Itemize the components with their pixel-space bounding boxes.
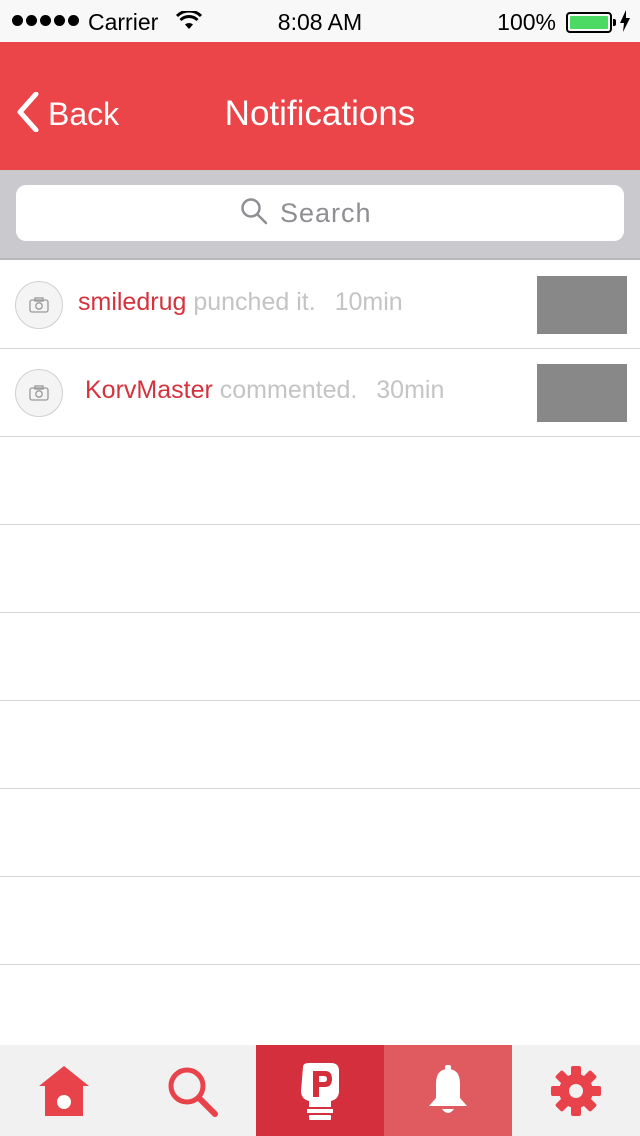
tab-notifications[interactable] xyxy=(384,1045,512,1136)
tab-punch[interactable] xyxy=(256,1045,384,1136)
navigation-bar: Back Notifications xyxy=(0,42,640,170)
punch-logo-icon xyxy=(301,1062,339,1120)
post-thumbnail[interactable] xyxy=(537,364,627,422)
empty-row xyxy=(0,701,640,789)
notification-time: 30min xyxy=(376,376,445,404)
notification-list: smiledrug punched it. 10min KorvMaster c… xyxy=(0,261,640,965)
search-field[interactable] xyxy=(16,185,624,241)
charging-icon xyxy=(620,10,630,38)
camera-icon xyxy=(29,385,49,401)
status-bar: Carrier 8:08 AM 100% xyxy=(0,0,640,42)
page-title: Notifications xyxy=(224,94,416,133)
search-bar xyxy=(0,170,640,260)
empty-row xyxy=(0,437,640,525)
empty-row xyxy=(0,613,640,701)
battery-icon xyxy=(566,12,616,33)
avatar[interactable] xyxy=(15,369,63,417)
notification-username[interactable]: KorvMaster xyxy=(85,376,213,404)
bell-icon xyxy=(429,1064,467,1113)
tab-bar xyxy=(0,1045,640,1136)
tab-home[interactable] xyxy=(0,1045,128,1136)
avatar[interactable] xyxy=(15,281,63,329)
tab-settings[interactable] xyxy=(512,1045,640,1136)
notification-action: punched it. xyxy=(193,288,316,316)
post-thumbnail[interactable] xyxy=(537,276,627,334)
empty-row xyxy=(0,877,640,965)
search-icon xyxy=(240,197,268,230)
notification-time: 10min xyxy=(334,288,403,316)
notification-username[interactable]: smiledrug xyxy=(78,288,186,316)
search-input[interactable] xyxy=(280,197,400,229)
empty-row xyxy=(0,789,640,877)
notification-row[interactable]: KorvMaster commented. 30min xyxy=(0,349,640,437)
home-icon xyxy=(39,1065,89,1116)
notification-action: commented. xyxy=(219,376,358,404)
battery-percentage: 100% xyxy=(497,9,556,35)
empty-row xyxy=(0,525,640,613)
search-icon xyxy=(168,1067,218,1117)
tab-search[interactable] xyxy=(128,1045,256,1136)
notification-text: KorvMaster commented. 30min xyxy=(85,376,444,405)
notification-text: smiledrug punched it. 10min xyxy=(78,288,403,317)
gear-icon xyxy=(551,1065,601,1116)
notification-row[interactable]: smiledrug punched it. 10min xyxy=(0,261,640,349)
camera-icon xyxy=(29,297,49,313)
